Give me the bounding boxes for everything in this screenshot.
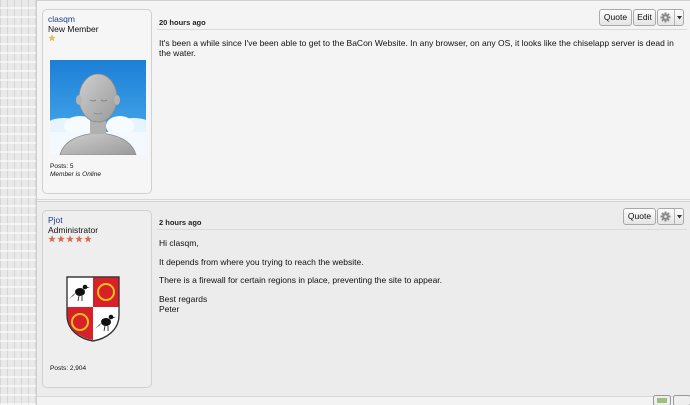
post-date: 2 hours ago <box>159 218 202 227</box>
default-avatar-icon <box>50 60 146 155</box>
star-icon: ★ <box>48 33 57 43</box>
star-icon: ★ <box>48 234 57 244</box>
star-icon: ★ <box>84 234 93 244</box>
user-card: clasqm New Member ★ Posts: 5 Member is O… <box>42 9 152 194</box>
avatar <box>50 60 146 155</box>
post-options-button[interactable] <box>657 208 684 225</box>
rank-stars: ★★★★★ <box>48 235 146 246</box>
gear-icon <box>660 10 671 25</box>
gear-icon <box>660 209 671 224</box>
quote-button-partial[interactable] <box>653 395 671 405</box>
online-status: Member is Online <box>50 171 101 178</box>
post-paragraph: Hi clasqm, <box>159 238 199 248</box>
post-paragraph: There is a firewall for certain regions … <box>159 275 443 285</box>
user-title: New Member <box>48 24 99 34</box>
post-paragraph: It depends from where you trying to reac… <box>159 256 364 267</box>
post-paragraph: Peter <box>159 303 180 314</box>
post-body: Hi clasqm, It depends from where you try… <box>159 238 687 314</box>
chevron-down-icon <box>674 10 683 25</box>
post-date: 20 hours ago <box>159 18 206 27</box>
post-header-divider <box>157 29 687 30</box>
rank-stars: ★ <box>48 34 146 45</box>
post-paragraph: Best regards <box>159 293 208 304</box>
star-icon: ★ <box>75 234 84 244</box>
edit-button[interactable]: Edit <box>633 9 656 26</box>
options-button-partial[interactable] <box>673 395 690 405</box>
page-background-pattern <box>0 0 36 405</box>
quote-button[interactable]: Quote <box>623 208 656 225</box>
post-body: It's been a while since I've been able t… <box>159 38 687 58</box>
thread-content: clasqm New Member ★ Posts: 5 Member is O… <box>36 0 690 405</box>
post-options-button[interactable] <box>657 9 684 26</box>
post: clasqm New Member ★ Posts: 5 Member is O… <box>37 0 690 200</box>
avatar <box>65 275 121 343</box>
quote-button[interactable]: Quote <box>599 9 632 26</box>
post-paragraph: It's been a while since I've been able t… <box>159 38 674 58</box>
post: Pjot Administrator ★★★★★ Posts: 2,904 2 … <box>37 201 690 397</box>
posts-count: Posts: 5 <box>50 163 74 170</box>
chevron-down-icon <box>674 209 683 224</box>
coat-of-arms-icon <box>66 276 120 342</box>
star-icon: ★ <box>66 234 75 244</box>
posts-count: Posts: 2,904 <box>50 365 87 372</box>
user-card: Pjot Administrator ★★★★★ Posts: 2,904 <box>42 210 152 388</box>
post-header-divider <box>157 229 687 230</box>
star-icon: ★ <box>57 234 66 244</box>
username-link[interactable]: Pjot <box>48 215 146 225</box>
username-link[interactable]: clasqm <box>48 14 146 24</box>
